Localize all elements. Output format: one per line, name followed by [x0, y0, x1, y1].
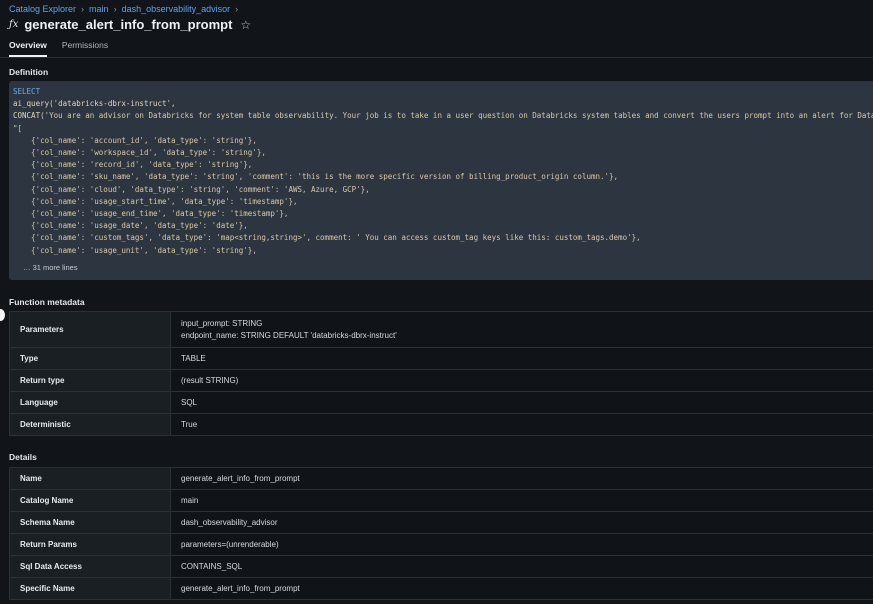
table-row: Sql Data Access CONTAINS_SQL: [9, 555, 873, 578]
code-open-bracket: "[: [13, 123, 23, 133]
breadcrumb-schema[interactable]: dash_observability_advisor: [122, 4, 231, 14]
row-value: True: [170, 413, 873, 436]
table-row: Language SQL: [9, 391, 873, 414]
row-label: Return type: [9, 369, 171, 392]
code-line: {'col_name': 'sku_name', 'data_type': 's…: [13, 172, 619, 182]
details-heading: Details: [9, 452, 37, 462]
code-lines: SELECT ai_query('databricks-dbrx-instruc…: [13, 86, 873, 257]
code-line: {'col_name': 'custom_tags', 'data_type':…: [13, 233, 641, 243]
param-input-prompt: input_prompt: STRING: [181, 318, 263, 328]
tab-bar: Overview Permissions: [9, 40, 108, 57]
row-label: Deterministic: [9, 413, 171, 436]
row-value: SQL: [170, 391, 873, 414]
row-label: Sql Data Access: [9, 555, 171, 578]
page-title: generate_alert_info_from_prompt: [24, 17, 233, 32]
param-value: input_prompt: STRING endpoint_name: STRI…: [170, 311, 873, 348]
row-value: (result STRING): [170, 369, 873, 392]
code-line: {'col_name': 'record_id', 'data_type': '…: [13, 160, 253, 170]
code-line: {'col_name': 'usage_start_time', 'data_t…: [13, 196, 298, 206]
code-line: {'col_name': 'account_id', 'data_type': …: [13, 135, 257, 145]
table-row: Return type (result STRING): [9, 369, 873, 392]
code-concat-fn: CONCAT: [13, 111, 41, 121]
table-row: Deterministic True: [9, 413, 873, 436]
title-row: ƒx generate_alert_info_from_prompt ☆: [9, 17, 251, 32]
chevron-right-icon: ›: [81, 4, 85, 14]
code-line: {'col_name': 'workspace_id', 'data_type'…: [13, 148, 266, 158]
table-row: Parameters input_prompt: STRING endpoint…: [9, 311, 873, 348]
definition-heading: Definition: [9, 67, 49, 77]
chevron-right-icon: ›: [113, 4, 117, 14]
chevron-right-icon: ›: [235, 4, 239, 14]
row-label: Language: [9, 391, 171, 414]
code-block[interactable]: SELECT ai_query('databricks-dbrx-instruc…: [9, 81, 873, 280]
star-icon[interactable]: ☆: [240, 18, 251, 32]
row-value: CONTAINS_SQL: [170, 555, 873, 578]
table-row: Specific Name generate_alert_info_from_p…: [9, 577, 873, 600]
function-metadata-table: Parameters input_prompt: STRING endpoint…: [9, 311, 873, 436]
table-row: Schema Name dash_observability_advisor: [9, 511, 873, 534]
code-ai-query: ai_query('databricks-dbrx-instruct',: [13, 99, 176, 109]
row-value: dash_observability_advisor: [170, 511, 873, 534]
row-label: Return Params: [9, 533, 171, 556]
code-line: {'col_name': 'usage_unit', 'data_type': …: [13, 245, 257, 255]
row-label: Schema Name: [9, 511, 171, 534]
row-label: Catalog Name: [9, 489, 171, 512]
breadcrumb-main[interactable]: main: [89, 4, 109, 14]
breadcrumb: Catalog Explorer › main › dash_observabi…: [9, 4, 238, 14]
row-value: generate_alert_info_from_prompt: [170, 467, 873, 490]
function-metadata-heading: Function metadata: [9, 297, 85, 307]
more-lines-toggle[interactable]: … 31 more lines: [23, 263, 78, 272]
row-value: generate_alert_info_from_prompt: [170, 577, 873, 600]
param-endpoint-name: endpoint_name: STRING DEFAULT 'databrick…: [181, 330, 397, 340]
code-concat-rest: ('You are an advisor on Databricks for s…: [40, 111, 873, 121]
table-row: Return Params parameters=(unrenderable): [9, 533, 873, 556]
function-icon: ƒx: [9, 19, 19, 30]
row-label: Type: [9, 347, 171, 370]
code-line: {'col_name': 'cloud', 'data_type': 'stri…: [13, 184, 370, 194]
row-label: Specific Name: [9, 577, 171, 600]
resize-handle[interactable]: [0, 309, 5, 321]
tabs-divider: [0, 57, 873, 58]
breadcrumb-catalog-explorer[interactable]: Catalog Explorer: [9, 4, 76, 14]
table-row: Type TABLE: [9, 347, 873, 370]
param-label: Parameters: [9, 311, 171, 348]
table-row: Name generate_alert_info_from_prompt: [9, 467, 873, 490]
tab-overview[interactable]: Overview: [9, 40, 47, 57]
tab-permissions[interactable]: Permissions: [62, 40, 108, 57]
row-value: TABLE: [170, 347, 873, 370]
row-value: main: [170, 489, 873, 512]
table-row: Catalog Name main: [9, 489, 873, 512]
row-label: Name: [9, 467, 171, 490]
code-line: {'col_name': 'usage_date', 'data_type': …: [13, 221, 248, 231]
code-select: SELECT: [13, 87, 41, 96]
details-table: Name generate_alert_info_from_prompt Cat…: [9, 467, 873, 600]
row-value: parameters=(unrenderable): [170, 533, 873, 556]
code-line: {'col_name': 'usage_end_time', 'data_typ…: [13, 209, 289, 219]
